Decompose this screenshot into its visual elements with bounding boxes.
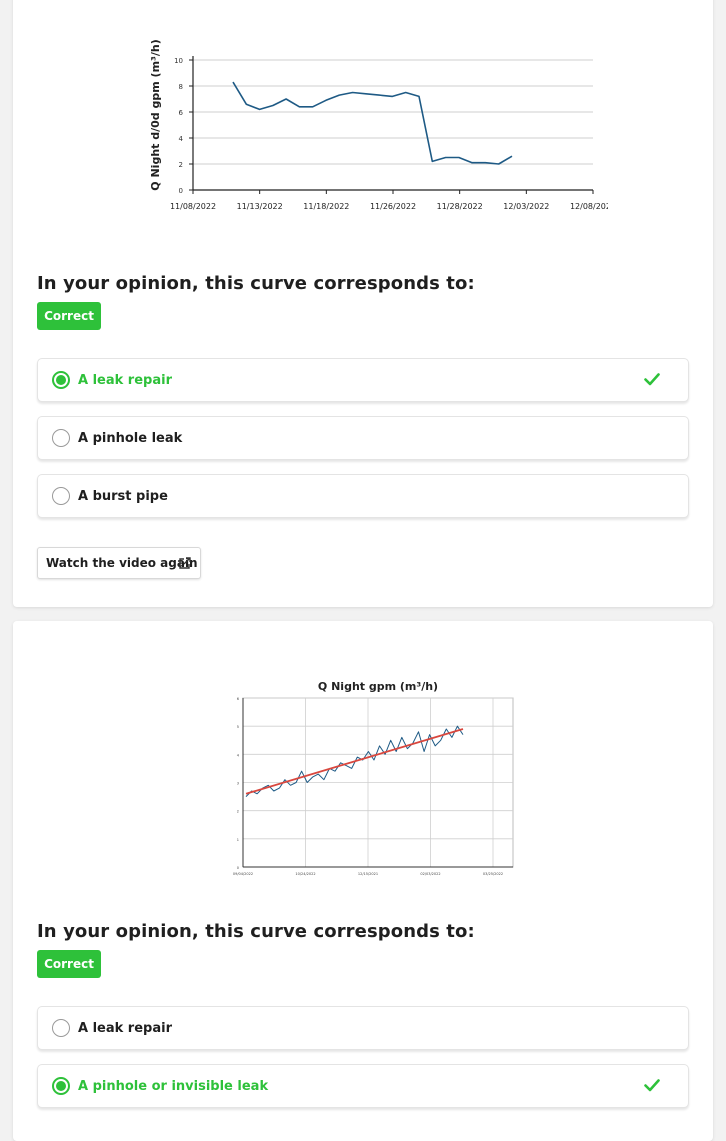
y-tick-label: 3 [237, 782, 239, 786]
y-axis-label: Q Night d/0d gpm (m³/h) [149, 39, 162, 190]
option-label: A leak repair [78, 1021, 172, 1036]
external-link-icon [179, 557, 191, 569]
option-label: A pinhole or invisible leak [78, 1079, 269, 1094]
x-tick-label: 11/13/2022 [237, 202, 283, 211]
chart-title: Q Night gpm (m³/h) [318, 680, 438, 693]
option-pinhole-leak[interactable]: A pinhole leak [37, 416, 689, 460]
y-tick-label: 4 [237, 753, 240, 757]
y-tick-label: 2 [237, 810, 239, 814]
x-tick-label: 09/04/2022 [233, 872, 253, 876]
x-tick-label: 11/26/2022 [370, 202, 416, 211]
x-tick-label: 02/03/2022 [420, 872, 440, 876]
x-tick-label: 11/08/2022 [170, 202, 216, 211]
radio-icon[interactable] [52, 487, 70, 505]
y-tick-label: 0 [237, 866, 239, 870]
check-icon [644, 1079, 660, 1092]
x-tick-label: 11/18/2022 [303, 202, 349, 211]
option-burst-pipe[interactable]: A burst pipe [37, 474, 689, 518]
question-card-1: 0 2 4 6 8 10 11/08/2022 11/13/2022 11/18/2022 11/… [13, 0, 713, 607]
x-tick-label: 12/15/2021 [358, 872, 378, 876]
x-tick-label: 03/25/2022 [483, 872, 503, 876]
check-icon [644, 373, 660, 386]
question-card-2: Q Night gpm (m³/h) 0 1 2 3 4 5 6 09/04/2022 10/24… [13, 621, 713, 1141]
radio-icon[interactable] [52, 1019, 70, 1037]
correct-badge: Correct [37, 302, 101, 330]
option-leak-repair[interactable]: A leak repair [37, 1006, 689, 1050]
series-line [232, 81, 513, 165]
x-tick-label: 12/08/2022 [570, 202, 608, 211]
y-tick-label: 0 [179, 187, 183, 195]
option-label: A pinhole leak [78, 431, 183, 446]
x-tick-label: 12/03/2022 [503, 202, 549, 211]
x-tick-label: 10/24/2022 [295, 872, 315, 876]
option-leak-repair[interactable]: A leak repair [37, 358, 689, 402]
night-flow-chart-2: Q Night gpm (m³/h) 0 1 2 3 4 5 6 09/04/2022 10/24… [233, 680, 514, 876]
question-text: In your opinion, this curve corresponds … [37, 921, 475, 942]
option-label: A leak repair [78, 373, 172, 388]
x-tick-label: 11/28/2022 [437, 202, 483, 211]
option-label: A burst pipe [78, 489, 168, 504]
correct-badge: Correct [37, 950, 101, 978]
radio-selected-icon[interactable] [52, 1077, 70, 1095]
y-tick-label: 8 [179, 83, 183, 91]
night-flow-chart-1: 0 2 4 6 8 10 11/08/2022 11/13/2022 11/18/2022 11/… [149, 39, 608, 211]
y-tick-label: 6 [237, 697, 239, 701]
radio-icon[interactable] [52, 429, 70, 447]
question-text: In your opinion, this curve corresponds … [37, 273, 475, 294]
option-pinhole-invisible-leak[interactable]: A pinhole or invisible leak [37, 1064, 689, 1108]
watch-video-label: Watch the video again [46, 556, 198, 570]
y-tick-label: 1 [237, 838, 239, 842]
y-tick-label: 6 [179, 109, 184, 117]
y-tick-label: 10 [174, 57, 183, 65]
y-tick-label: 4 [179, 135, 184, 143]
y-tick-label: 5 [237, 725, 239, 729]
watch-video-button[interactable]: Watch the video again [37, 547, 201, 579]
radio-selected-icon[interactable] [52, 371, 70, 389]
y-tick-label: 2 [179, 161, 183, 169]
